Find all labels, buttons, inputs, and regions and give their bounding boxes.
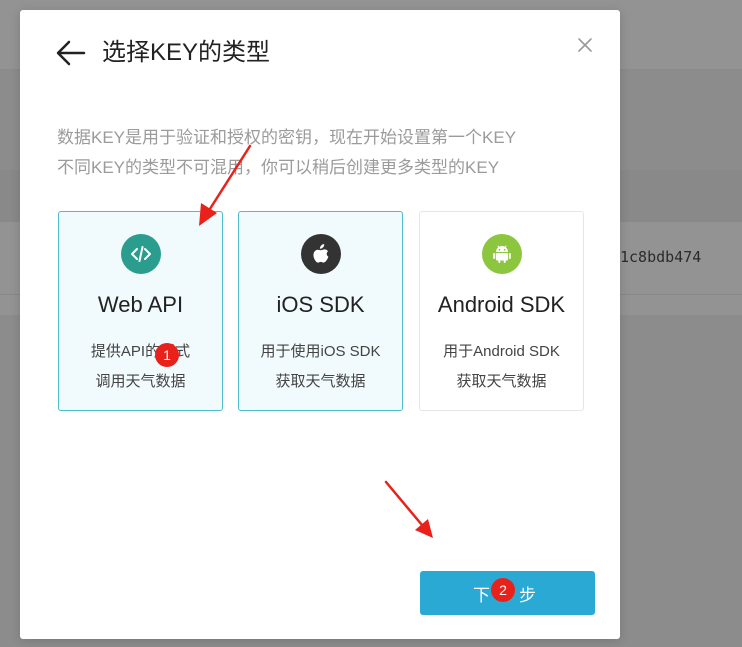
card-title: iOS SDK [276,292,365,317]
description-line: 不同KEY的类型不可混用，你可以稍后创建更多类型的KEY [57,158,500,177]
key-type-options: Web API 提供API的形式 调用天气数据 iOS SDK 用于使用iOS … [58,211,585,411]
card-desc-line: 用于Android SDK [443,343,560,360]
key-type-card-android-sdk[interactable]: Android SDK 用于Android SDK 获取天气数据 [419,211,584,411]
card-desc-line: 获取天气数据 [456,373,547,390]
card-desc-line: 获取天气数据 [275,373,366,390]
key-type-card-ios-sdk[interactable]: iOS SDK 用于使用iOS SDK 获取天气数据 [238,211,403,411]
background-key-text: 1c8bdb474 [620,248,702,266]
dialog-description: 数据KEY是用于验证和授权的密钥，现在开始设置第一个KEY 不同KEY的类型不可… [57,123,577,183]
key-type-dialog: 选择KEY的类型 数据KEY是用于验证和授权的密钥，现在开始设置第一个KEY 不… [20,10,620,639]
android-icon [482,234,522,274]
annotation-badge-1: 1 [155,343,179,367]
card-description: 用于Android SDK 获取天气数据 [420,337,583,397]
annotation-badge-2: 2 [491,578,515,602]
key-type-card-web-api[interactable]: Web API 提供API的形式 调用天气数据 [58,211,223,411]
card-desc-line: 用于使用iOS SDK [260,343,381,360]
apple-icon [301,234,341,274]
card-desc-line: 调用天气数据 [95,373,186,390]
dialog-title: 选择KEY的类型 [102,39,271,66]
card-description: 用于使用iOS SDK 获取天气数据 [239,337,402,397]
back-arrow-icon[interactable] [56,40,86,66]
card-title: Web API [97,292,184,317]
card-description: 提供API的形式 调用天气数据 [59,337,222,397]
close-icon[interactable] [577,37,593,53]
code-icon [121,234,161,274]
description-line: 数据KEY是用于验证和授权的密钥，现在开始设置第一个KEY [57,128,517,147]
card-desc-line: 提供API的形式 [90,343,191,360]
card-title: Android SDK [437,292,566,317]
